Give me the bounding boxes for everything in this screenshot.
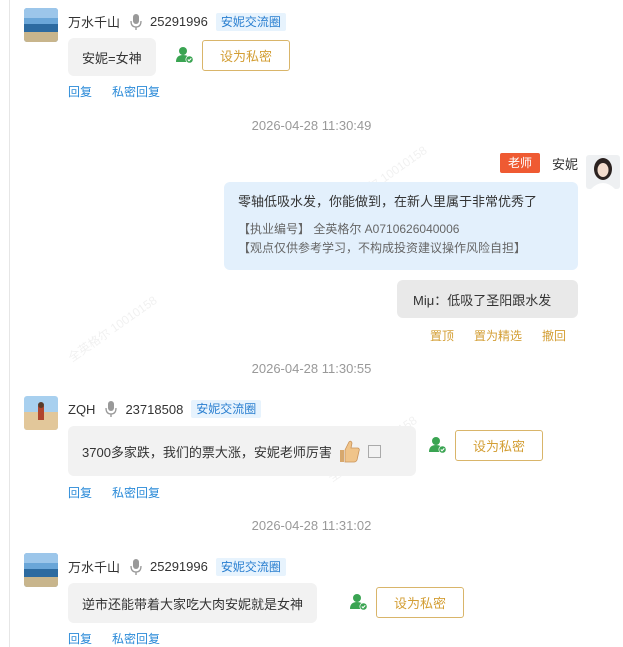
username[interactable]: 万水千山 — [68, 557, 120, 576]
private-reply-link[interactable]: 私密回复 — [112, 632, 160, 646]
disclaimer-text: 【观点仅供参考学习，不构成投资建议操作风险自担】 — [238, 241, 527, 255]
license-text: 【执业编号】 全英格尔 A0710626040006 — [238, 222, 460, 236]
message-header: ZQH 23718508 安妮交流圈 — [68, 400, 262, 418]
message-header: 万水千山 25291996 安妮交流圈 — [68, 557, 286, 576]
set-private-button[interactable]: 设为私密 — [376, 587, 464, 618]
avatar[interactable] — [24, 8, 58, 42]
message-text: 3700多家跌，我们的票大涨，安妮老师厉害 — [82, 444, 332, 460]
avatar[interactable] — [24, 396, 58, 430]
user-id: 25291996 — [150, 559, 208, 574]
message-bubble: 逆市还能带着大家吃大肉安妮就是女神 — [68, 583, 318, 623]
teacher-header: 老师 安妮 — [499, 153, 578, 173]
teacher-text: 零轴低吸水发，你能做到，在新人里属于非常优秀了 — [238, 194, 538, 209]
message-text: 安妮=女神 — [82, 50, 142, 66]
quoted-reply: Miμ：低吸了圣阳跟水发 — [397, 280, 578, 318]
message-header: 万水千山 25291996 安妮交流圈 — [68, 12, 286, 31]
role-badge: 老师 — [499, 153, 540, 173]
message-actions: 回复 私密回复 — [68, 484, 180, 501]
reply-link[interactable]: 回复 — [68, 85, 92, 99]
message-bubble: 3700多家跌，我们的票大涨，安妮老师厉害 — [68, 426, 416, 476]
copy-icon[interactable] — [367, 444, 381, 458]
group-badge: 安妮交流圈 — [215, 557, 286, 576]
pin-button[interactable]: 置顶 — [430, 329, 454, 343]
message-text: 逆市还能带着大家吃大肉安妮就是女神 — [82, 596, 304, 612]
timestamp: 2026-04-28 11:30:49 — [251, 118, 372, 133]
user-check-icon[interactable] — [350, 593, 368, 611]
avatar[interactable] — [24, 553, 58, 587]
teacher-message: 老师 安妮 零轴低吸水发，你能做到，在新人里属于非常优秀了 【执业编号】 全英格… — [0, 150, 623, 360]
private-reply-link[interactable]: 私密回复 — [112, 486, 160, 500]
set-private-button[interactable]: 设为私密 — [455, 430, 543, 461]
timestamp: 2026-04-28 11:31:02 — [251, 518, 372, 533]
teacher-avatar[interactable] — [586, 155, 620, 189]
reply-link[interactable]: 回复 — [68, 486, 92, 500]
teacher-actions: 置顶 置为精选 撤回 — [430, 327, 566, 344]
username[interactable]: 万水千山 — [68, 12, 120, 31]
teacher-name[interactable]: 安妮 — [552, 154, 578, 173]
feature-button[interactable]: 置为精选 — [474, 329, 522, 343]
message-actions: 回复 私密回复 — [68, 630, 180, 647]
message-bubble: 安妮=女神 — [68, 38, 156, 76]
thumbs-up-emoji — [339, 440, 360, 463]
user-id: 25291996 — [150, 14, 208, 29]
teacher-bubble: 零轴低吸水发，你能做到，在新人里属于非常优秀了 【执业编号】 全英格尔 A071… — [224, 182, 578, 270]
timestamp: 2026-04-28 11:30:55 — [251, 361, 372, 376]
group-badge: 安妮交流圈 — [191, 400, 262, 418]
reply-link[interactable]: 回复 — [68, 632, 92, 646]
user-id: 23718508 — [125, 401, 184, 417]
mic-icon[interactable] — [130, 13, 142, 30]
mic-icon[interactable] — [130, 558, 142, 575]
user-check-icon[interactable] — [429, 436, 447, 454]
set-private-button[interactable]: 设为私密 — [202, 40, 290, 71]
message-actions: 回复 私密回复 — [68, 83, 180, 100]
recall-button[interactable]: 撤回 — [542, 329, 566, 343]
username[interactable]: ZQH — [68, 402, 95, 417]
user-check-icon[interactable] — [176, 46, 194, 64]
group-badge: 安妮交流圈 — [215, 12, 286, 31]
private-reply-link[interactable]: 私密回复 — [112, 85, 160, 99]
mic-icon[interactable] — [105, 401, 118, 417]
